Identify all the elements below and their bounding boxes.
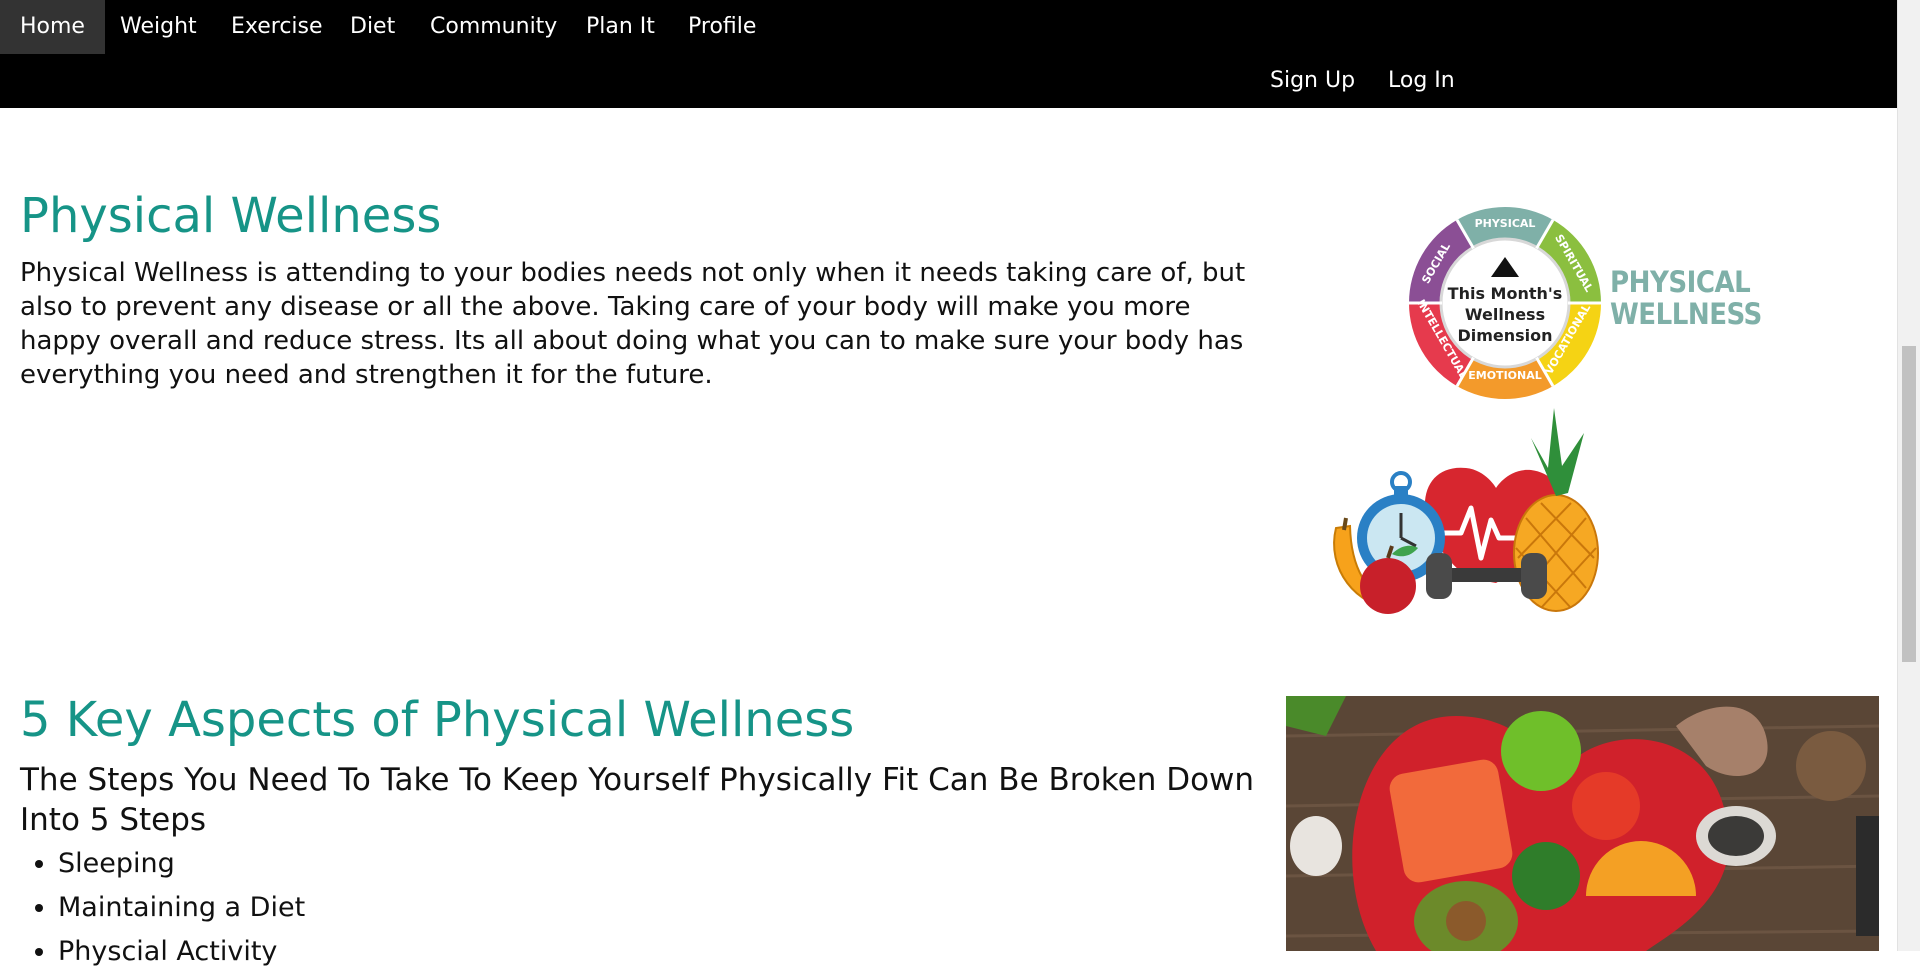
health-collage-icon [1333, 408, 1599, 614]
nav-plan-it[interactable]: Plan It [566, 0, 675, 54]
fitness-food-illustration [1326, 408, 1616, 618]
nav-weight[interactable]: Weight [100, 0, 217, 54]
wheel-center-line-2: Wellness [1465, 305, 1545, 324]
scrollbar-thumb[interactable] [1902, 346, 1916, 662]
list-item: Sleeping [58, 842, 305, 886]
dumbbell-icon [1441, 568, 1531, 582]
nav-sign-up[interactable]: Sign Up [1250, 54, 1375, 108]
list-item: Maintaining a Diet [58, 886, 305, 930]
nav-home[interactable]: Home [0, 0, 105, 54]
wheel-center-line-3: Dimension [1457, 326, 1552, 345]
wheel-label-emotional: EMOTIONAL [1468, 369, 1542, 382]
wheel-label-physical: PHYSICAL [1475, 217, 1536, 230]
list-item: Physcial Activity [58, 930, 305, 974]
logo-line-1: PHYSICAL [1610, 265, 1751, 299]
nav-log-in[interactable]: Log In [1368, 54, 1475, 108]
logo-line-2: WELLNESS [1610, 297, 1762, 331]
nav-diet[interactable]: Diet [330, 0, 415, 54]
nav-exercise[interactable]: Exercise [211, 0, 343, 54]
top-navigation: Home Weight Exercise Diet Community Plan… [0, 0, 1898, 108]
nav-profile[interactable]: Profile [668, 0, 776, 54]
wheel-center-line-1: This Month's [1448, 284, 1563, 303]
steps-list: Sleeping Maintaining a Diet Physcial Act… [20, 842, 305, 974]
vertical-scrollbar[interactable] [1897, 0, 1920, 951]
nav-community[interactable]: Community [410, 0, 577, 54]
physical-wellness-heading: Physical Wellness [20, 188, 442, 244]
physical-wellness-description: Physical Wellness is attending to your b… [20, 258, 1246, 390]
key-aspects-subheading: The Steps You Need To Take To Keep Yours… [20, 762, 1255, 838]
food-photo-image [1286, 696, 1879, 951]
wellness-wheel-graphic: This Month's Wellness Dimension PHYSICAL… [1400, 198, 1762, 408]
healthy-food-photo [1286, 696, 1879, 951]
apple-icon [1360, 558, 1416, 614]
wellness-wheel: This Month's Wellness Dimension PHYSICAL… [1409, 207, 1601, 399]
key-aspects-heading: 5 Key Aspects of Physical Wellness [20, 692, 855, 748]
physical-wellness-logo-text: PHYSICAL WELLNESS [1610, 266, 1762, 330]
